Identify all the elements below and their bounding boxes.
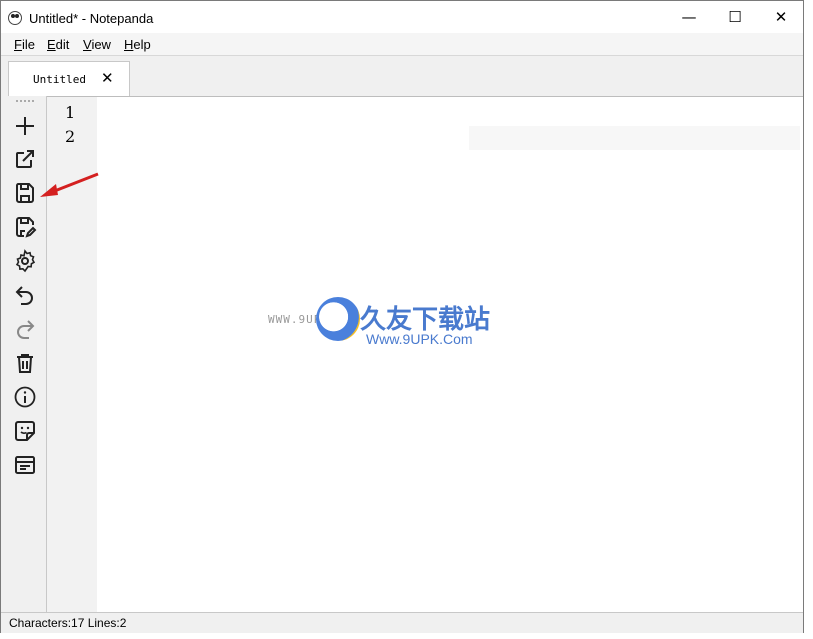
open-external-icon [16,150,34,168]
open-external-button[interactable] [11,145,39,173]
save-icon [15,183,34,203]
undo-icon [15,286,33,305]
title-bar: Untitled* - Notepanda — ☐ ✕ [1,1,803,33]
layout-button[interactable] [11,451,39,479]
watermark-logo-icon [316,297,360,341]
close-window-button[interactable]: ✕ [758,1,804,33]
trash-icon [17,354,33,373]
status-bar: Characters:17 Lines:2 [1,612,803,633]
menu-file[interactable]: File [14,37,35,52]
window-title: Untitled* - Notepanda [29,11,154,26]
text-editor[interactable]: 1 2 [47,96,803,612]
sticker-icon [15,421,35,441]
minimize-button[interactable]: — [666,1,712,33]
save-as-icon [16,217,37,238]
redo-icon [17,320,35,339]
delete-button[interactable] [11,349,39,377]
watermark: WWW.9UPK.COM 久友下载站 Www.9UPK.Com [268,293,498,353]
tab-bar: Untitled ✕ [1,55,803,96]
watermark-url-right: Www.9UPK.Com [366,331,473,347]
undo-button[interactable] [11,281,39,309]
line-number: 1 [65,103,76,122]
tab-untitled[interactable]: Untitled ✕ [8,61,130,96]
layout-icon [15,456,35,474]
menu-view[interactable]: View [83,37,111,52]
save-button[interactable] [11,179,39,207]
new-icon [16,117,34,135]
new-file-button[interactable] [11,112,39,140]
toolbar-grip[interactable] [16,100,34,104]
status-text: Characters:17 Lines:2 [9,616,127,630]
gear-icon [15,249,36,273]
menu-help[interactable]: Help [124,37,151,52]
save-as-button[interactable] [11,213,39,241]
line-number: 2 [65,127,76,146]
menu-bar: File Edit View Help [1,33,803,55]
settings-button[interactable] [11,247,39,275]
annotation-arrow-icon [40,172,99,197]
about-button[interactable] [11,383,39,411]
menu-edit[interactable]: Edit [47,37,69,52]
tab-close-icon[interactable]: ✕ [101,69,114,87]
redo-button[interactable] [11,315,39,343]
tab-label: Untitled [33,73,86,86]
info-icon [14,386,36,408]
current-line-highlight [469,126,800,150]
panda-app-icon [8,11,22,25]
maximize-button[interactable]: ☐ [712,1,758,33]
sticker-button[interactable] [11,417,39,445]
